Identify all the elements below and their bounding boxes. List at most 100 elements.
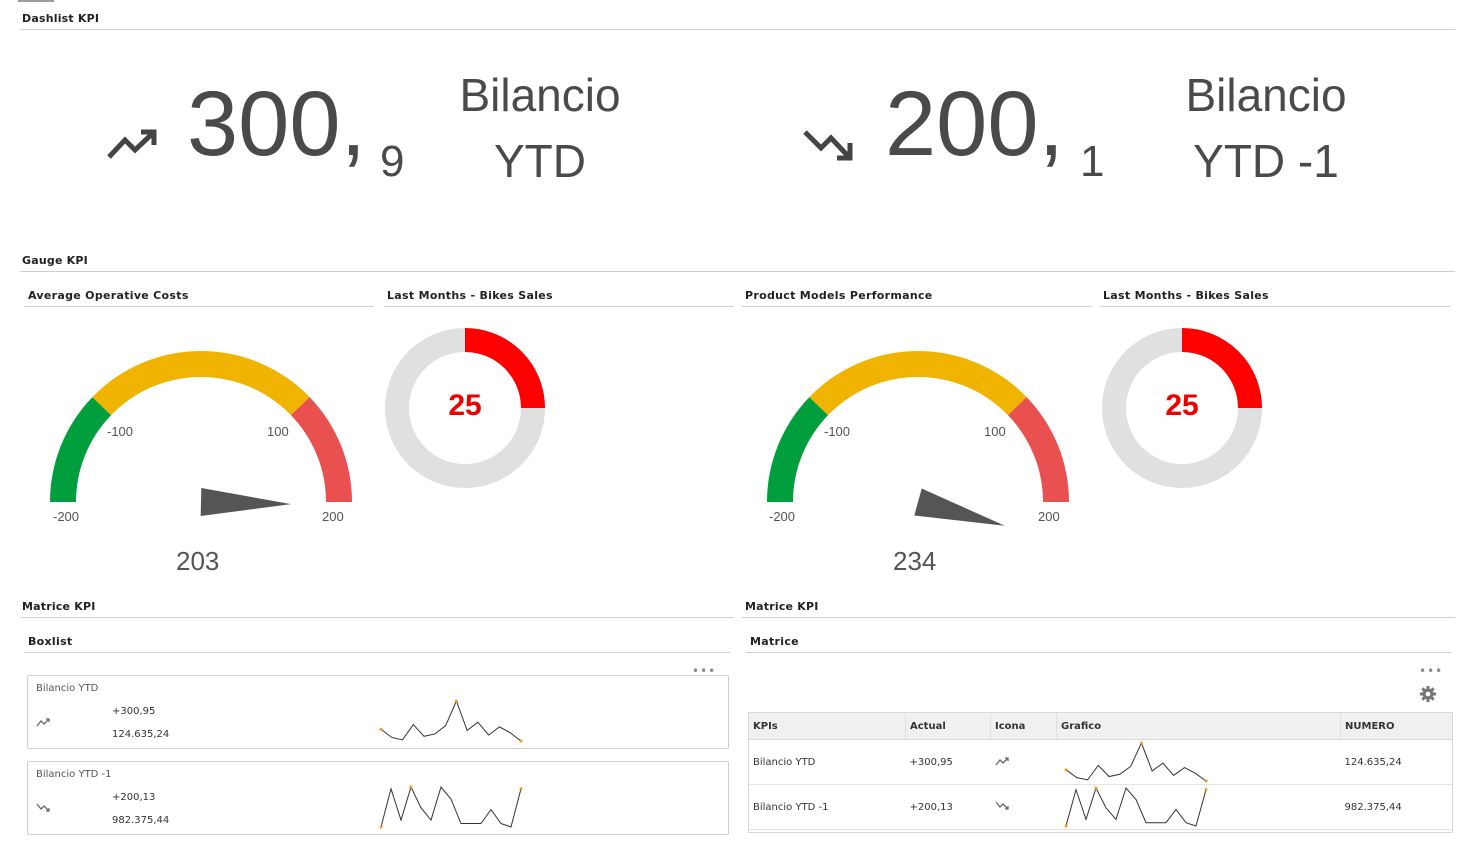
boxlist-title: Boxlist (28, 635, 73, 648)
sparkline-max-dot (1094, 786, 1097, 790)
gauge-2-tick-high: 100 (984, 424, 1006, 439)
dashlist-divider (20, 29, 1455, 30)
matrice-right-divider (742, 617, 1455, 618)
table-row[interactable]: Bilancio YTD +300,95 124.635,24 (749, 739, 1452, 785)
cell-kpi: Bilancio YTD (749, 739, 906, 785)
gear-icon[interactable] (1419, 685, 1437, 707)
cell-icon (990, 784, 1057, 830)
kpi-ytd-label-line2: YTD (494, 135, 586, 187)
column-header-grafico[interactable]: Grafico (1056, 713, 1341, 740)
boxlist-item-ytd-name: Bilancio YTD (36, 683, 99, 694)
sparkline-end-dot (519, 787, 523, 791)
donut-2-value: 25 (1165, 389, 1199, 422)
column-header-numero[interactable]: NUMERO (1340, 713, 1452, 740)
matrice-table-wrapper: KPIs Actual Icona Grafico NUMERO Bilanci… (748, 712, 1453, 833)
cell-actual: +200,13 (905, 784, 991, 830)
trending-down-icon (994, 801, 1009, 810)
trending-up-icon (994, 756, 1009, 765)
boxlist-item-ytd[interactable]: Bilancio YTD +300,95 124.635,24 (27, 675, 729, 749)
gauge-1-divider (24, 306, 374, 307)
matrice-title: Matrice (750, 635, 799, 648)
sparkline-start-dot (379, 727, 383, 731)
donut-1-divider (384, 306, 734, 307)
gauge-1-arc-yellow (92, 351, 310, 416)
gauge-1-min-label: -200 (53, 509, 80, 524)
kpi-ytd1-label: Bilancio YTD -1 (1156, 62, 1376, 194)
cell-sparkline (1056, 739, 1341, 785)
boxlist-item-ytd-total: 124.635,24 (112, 729, 170, 740)
gauge-divider (20, 271, 1455, 272)
cell-numero: 124.635,24 (1340, 739, 1452, 785)
kpi-ytd1-label-line2: YTD -1 (1193, 135, 1339, 187)
sparkline-start-dot (1064, 824, 1067, 828)
matrice-header-row: KPIs Actual Icona Grafico NUMERO (749, 713, 1452, 740)
sparkline-max-dot (454, 699, 458, 703)
kpi-ytd1-integer: 200, (885, 73, 1065, 175)
boxlist-item-ytd-value: +300,95 (112, 706, 156, 717)
gauge-1-title: Average Operative Costs (28, 289, 189, 302)
boxlist-item-ytd-sparkline (379, 699, 523, 743)
kpi-ytd-decimal: 9 (380, 137, 405, 186)
gauge-2-title: Product Models Performance (745, 289, 933, 302)
sparkline-end-dot (1204, 788, 1207, 792)
boxlist-item-ytd1-name: Bilancio YTD -1 (36, 769, 112, 780)
sparkline-max-dot (1139, 741, 1143, 745)
trending-up-icon (106, 126, 158, 166)
cell-numero: 982.375,44 (1340, 784, 1452, 830)
sparkline-end-dot (1204, 779, 1207, 783)
matrice-left-section-title: Matrice KPI (22, 600, 96, 613)
trending-up-icon (36, 718, 50, 727)
donut-2-title: Last Months - Bikes Sales (1103, 289, 1269, 302)
dashlist-section-title: Dashlist KPI (22, 12, 100, 25)
gauge-2-divider (742, 306, 1092, 307)
trending-down-icon (802, 126, 856, 168)
matrice-panel-divider (746, 652, 1451, 653)
gauge-2-arc-yellow (809, 351, 1027, 416)
matrice-left-divider (20, 617, 734, 618)
kpi-ytd-label-line1: Bilancio (459, 69, 621, 121)
gauge-1-value: 203 (176, 546, 220, 576)
matrice-menu-button[interactable]: ••• (1419, 664, 1443, 678)
gauge-1-max-label: 200 (322, 509, 344, 524)
boxlist-item-ytd1[interactable]: Bilancio YTD -1 +200,13 982.375,44 (27, 761, 729, 835)
boxlist-item-ytd1-total: 982.375,44 (112, 815, 170, 826)
gauge-2-max-label: 200 (1038, 509, 1060, 524)
sparkline-end-dot (519, 739, 523, 743)
cell-icon (990, 739, 1057, 785)
column-header-actual[interactable]: Actual (905, 713, 991, 740)
kpi-ytd-integer: 300, (187, 73, 367, 175)
gauge-2-arc-green (767, 397, 829, 502)
matrice-table: KPIs Actual Icona Grafico NUMERO Bilanci… (749, 713, 1452, 830)
donut-1-value: 25 (448, 389, 482, 422)
gauge-1-arc-green (50, 397, 112, 502)
sparkline-start-dot (379, 825, 383, 829)
active-tab-marker (18, 0, 54, 2)
matrice-ytd1-sparkline (1064, 786, 1207, 828)
sparkline-max-dot (409, 785, 413, 789)
cell-actual: +300,95 (905, 739, 991, 785)
gauge-2-chart (767, 351, 1069, 526)
matrice-ytd-sparkline (1064, 741, 1207, 783)
column-header-kpis[interactable]: KPIs (749, 713, 906, 740)
table-row[interactable]: Bilancio YTD -1 +200,13 982.375,44 (749, 784, 1452, 830)
sparkline-line (1065, 786, 1206, 827)
column-header-icona[interactable]: Icona (990, 713, 1057, 740)
gauge-section-title: Gauge KPI (22, 254, 88, 267)
sparkline-line (380, 699, 522, 742)
gauge-1-needle (200, 488, 291, 516)
sparkline-line (1065, 741, 1206, 782)
trending-down-icon (36, 803, 50, 812)
sparkline-start-dot (1064, 768, 1067, 772)
gauge-2-needle (914, 488, 1005, 526)
gauge-2-value: 234 (893, 546, 937, 576)
donut-1-title: Last Months - Bikes Sales (387, 289, 553, 302)
gauge-1-chart (50, 351, 352, 516)
gauge-1-tick-high: 100 (267, 424, 289, 439)
matrice-right-section-title: Matrice KPI (745, 600, 819, 613)
boxlist-item-ytd1-value: +200,13 (112, 792, 156, 803)
gauge-1-arc-red (290, 397, 352, 502)
gauge-1-tick-low: -100 (107, 424, 134, 439)
gauge-2-min-label: -200 (769, 509, 796, 524)
kpi-ytd1-decimal: 1 (1080, 137, 1105, 186)
kpi-ytd1-label-line1: Bilancio (1185, 69, 1347, 121)
